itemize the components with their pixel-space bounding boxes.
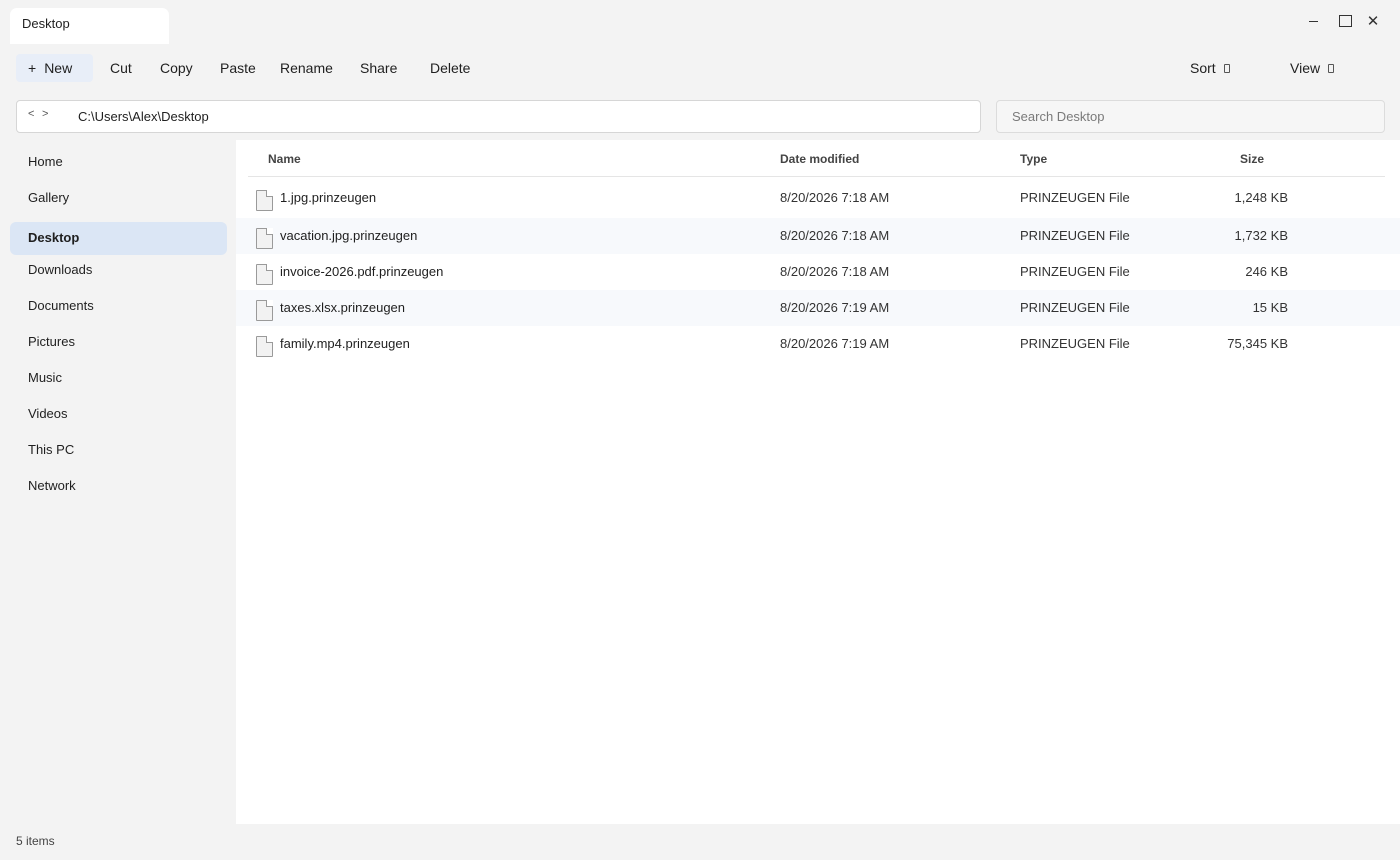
column-header-size[interactable]: Size (1240, 152, 1264, 166)
minimize-icon (1308, 20, 1318, 22)
view-button-label: View (1290, 60, 1321, 76)
sort-dropdown-icon (1223, 63, 1230, 73)
command-bar: + New Cut Copy Paste Rename Share Delete… (0, 44, 1400, 90)
file-name: invoice-2026.pdf.prinzeugen (280, 264, 444, 279)
file-type: PRINZEUGEN File (1020, 264, 1130, 279)
sidebar-item-label: Music (28, 370, 62, 385)
sort-button[interactable]: Sort (1178, 54, 1242, 82)
copy-button-label: Copy (160, 60, 193, 76)
file-date: 8/20/2026 7:18 AM (780, 264, 890, 279)
sidebar-item-downloads[interactable]: Downloads (10, 254, 227, 287)
minimize-button[interactable] (1302, 10, 1324, 32)
sidebar-item-desktop[interactable]: Desktop (10, 222, 227, 255)
sidebar-item-label: Gallery (28, 190, 70, 205)
table-row[interactable]: 1.jpg.prinzeugen 8/20/2026 7:18 AM PRINZ… (236, 180, 1400, 216)
file-size: 15 KB (1252, 300, 1288, 315)
table-row[interactable]: vacation.jpg.prinzeugen 8/20/2026 7:18 A… (236, 218, 1400, 254)
sidebar-item-label: Videos (28, 406, 68, 421)
close-button[interactable]: ✕ (1362, 10, 1384, 32)
file-name: family.mp4.prinzeugen (280, 336, 410, 351)
sidebar-item-label: Pictures (28, 334, 75, 349)
forward-icon[interactable]: > (42, 108, 48, 120)
share-button[interactable]: Share (348, 54, 409, 82)
rename-button-label: Rename (280, 60, 333, 76)
sidebar-item-label: Downloads (28, 262, 93, 277)
tab-title: Desktop (22, 16, 70, 31)
file-date: 8/20/2026 7:18 AM (780, 190, 890, 205)
new-button[interactable]: + New (16, 54, 93, 82)
file-size: 1,248 KB (1234, 190, 1289, 205)
rename-button[interactable]: Rename (268, 54, 345, 82)
file-size: 246 KB (1245, 264, 1288, 279)
share-button-label: Share (360, 60, 398, 76)
file-name: 1.jpg.prinzeugen (280, 190, 377, 205)
paste-button-label: Paste (220, 60, 256, 76)
file-icon (256, 190, 273, 211)
maximize-button[interactable] (1334, 10, 1356, 32)
file-type: PRINZEUGEN File (1020, 228, 1130, 243)
sidebar-item-documents[interactable]: Documents (10, 290, 227, 323)
sidebar-item-label: Documents (28, 298, 94, 313)
sidebar-item-home[interactable]: Home (10, 146, 227, 179)
address-bar[interactable]: < > C:\Users\Alex\Desktop (16, 100, 981, 133)
file-list: Name Date modified Type Size 1.jpg.prinz… (236, 140, 1400, 824)
search-input[interactable] (996, 100, 1385, 133)
sidebar-item-gallery[interactable]: Gallery (10, 182, 227, 215)
back-icon[interactable]: < (28, 108, 34, 120)
paste-button[interactable]: Paste (208, 54, 268, 82)
column-header-name[interactable]: Name (268, 152, 301, 166)
sidebar-item-network[interactable]: Network (10, 470, 227, 503)
file-name: taxes.xlsx.prinzeugen (280, 300, 406, 315)
file-size: 75,345 KB (1227, 336, 1288, 351)
tab-desktop[interactable]: Desktop (10, 8, 169, 44)
view-button[interactable]: View (1278, 54, 1346, 82)
sidebar-item-label: Desktop (28, 230, 80, 245)
sidebar-item-this-pc[interactable]: This PC (10, 434, 227, 467)
cut-button-label: Cut (110, 60, 132, 76)
file-type: PRINZEUGEN File (1020, 190, 1130, 205)
sort-button-label: Sort (1190, 60, 1216, 76)
table-row[interactable]: family.mp4.prinzeugen 8/20/2026 7:19 AM … (236, 326, 1400, 362)
file-date: 8/20/2026 7:19 AM (780, 336, 890, 351)
file-date: 8/20/2026 7:19 AM (780, 300, 890, 315)
file-icon (256, 228, 273, 249)
navigation-pane: Home Gallery Desktop Downloads Documents… (0, 140, 236, 824)
status-bar: 5 items (0, 824, 1400, 860)
table-row[interactable]: invoice-2026.pdf.prinzeugen 8/20/2026 7:… (236, 254, 1400, 290)
file-icon (256, 336, 273, 357)
sidebar-item-label: Network (28, 478, 76, 493)
title-bar: Desktop ✕ (0, 0, 1400, 44)
file-date: 8/20/2026 7:18 AM (780, 228, 890, 243)
copy-button[interactable]: Copy (148, 54, 205, 82)
column-header-type[interactable]: Type (1020, 152, 1047, 166)
item-count: 5 items (16, 834, 55, 848)
new-button-label: New (44, 60, 73, 76)
close-icon: ✕ (1366, 12, 1380, 30)
delete-button[interactable]: Delete (418, 54, 482, 82)
column-header-date-modified[interactable]: Date modified (780, 152, 859, 166)
cut-button[interactable]: Cut (98, 54, 144, 82)
delete-button-label: Delete (430, 60, 471, 76)
sidebar-item-music[interactable]: Music (10, 362, 227, 395)
sidebar-item-videos[interactable]: Videos (10, 398, 227, 431)
maximize-icon (1338, 15, 1352, 27)
file-icon (256, 300, 273, 321)
column-header-row: Name Date modified Type Size (248, 140, 1385, 177)
address-path[interactable]: C:\Users\Alex\Desktop (78, 109, 209, 124)
sidebar-item-label: This PC (28, 442, 75, 457)
sidebar-item-label: Home (28, 154, 63, 169)
file-size: 1,732 KB (1234, 228, 1289, 243)
file-type: PRINZEUGEN File (1020, 336, 1130, 351)
file-icon (256, 264, 273, 285)
plus-icon: + (28, 60, 37, 76)
file-type: PRINZEUGEN File (1020, 300, 1130, 315)
file-name: vacation.jpg.prinzeugen (280, 228, 418, 243)
sidebar-item-pictures[interactable]: Pictures (10, 326, 227, 359)
table-row[interactable]: taxes.xlsx.prinzeugen 8/20/2026 7:19 AM … (236, 290, 1400, 326)
view-dropdown-icon (1328, 63, 1335, 73)
